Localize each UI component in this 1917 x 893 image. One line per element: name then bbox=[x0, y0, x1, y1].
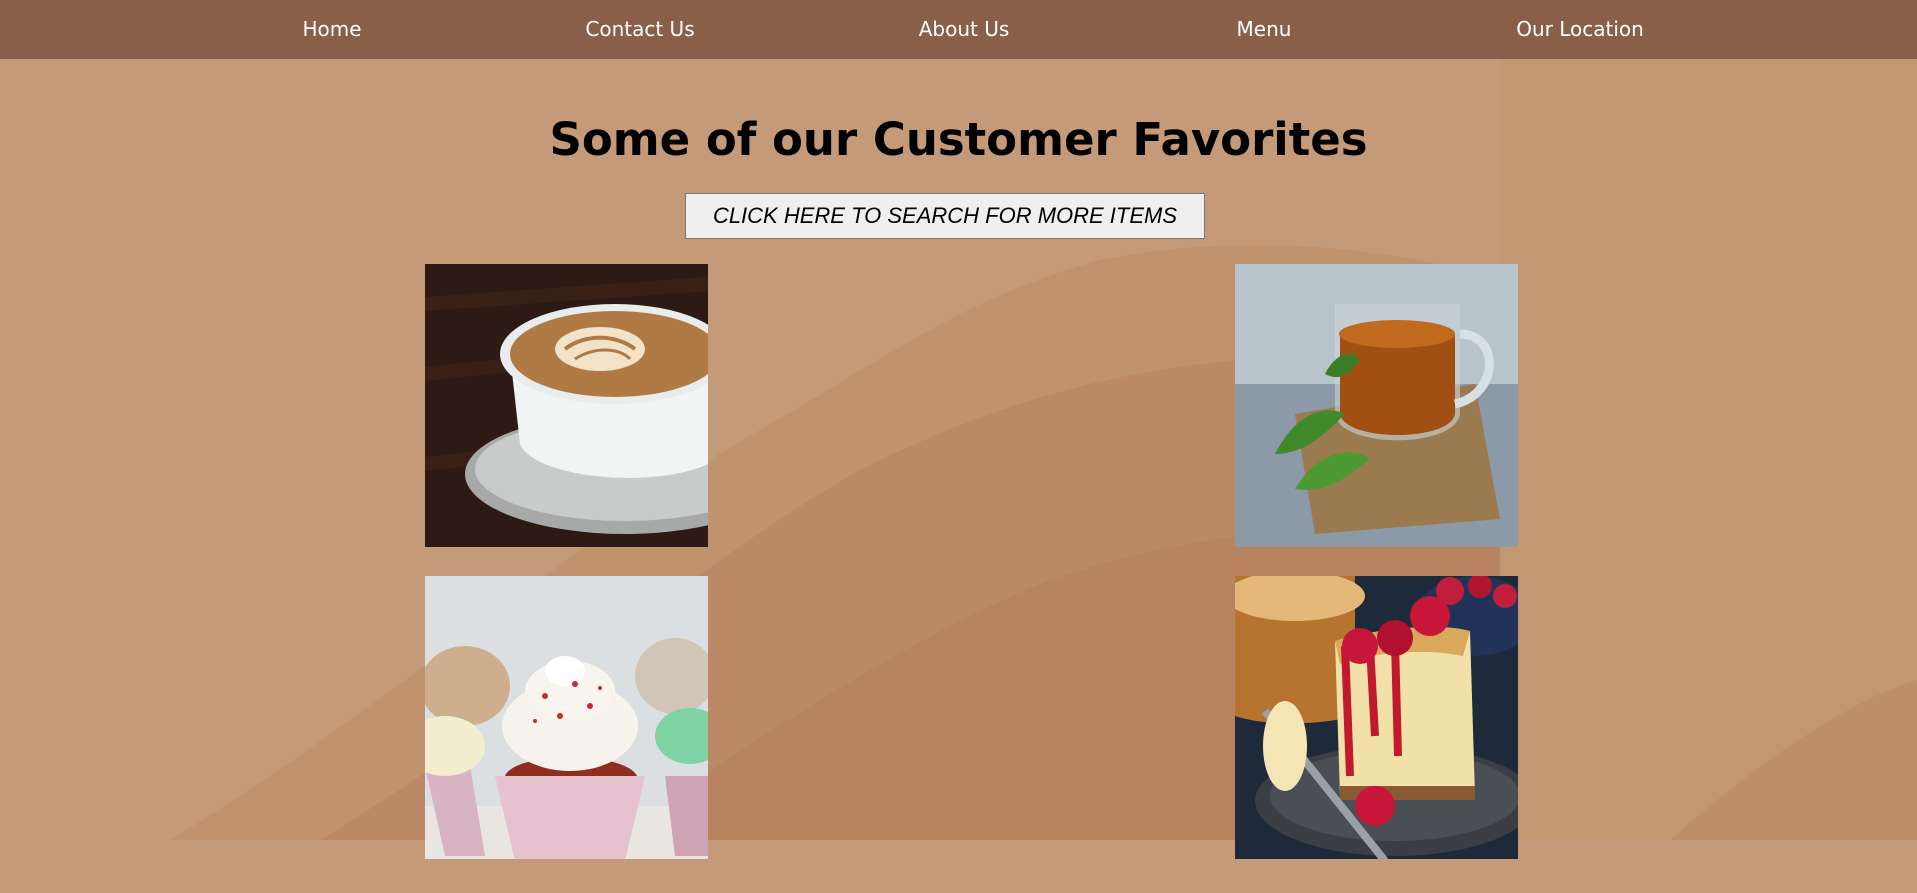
nav-our-location[interactable]: Our Location bbox=[1516, 0, 1644, 59]
search-more-items-button[interactable]: CLICK HERE TO SEARCH FOR MORE ITEMS bbox=[685, 193, 1205, 239]
cupcake-icon bbox=[425, 576, 708, 859]
nav-menu[interactable]: Menu bbox=[1237, 0, 1292, 59]
tea-cup-icon bbox=[1235, 264, 1518, 547]
tea-image[interactable] bbox=[1235, 264, 1518, 547]
top-navbar: Home Contact Us About Us Menu Our Locati… bbox=[0, 0, 1917, 59]
nav-about-us[interactable]: About Us bbox=[919, 0, 1010, 59]
page-title: Some of our Customer Favorites bbox=[549, 113, 1368, 166]
nav-home[interactable]: Home bbox=[302, 0, 361, 59]
cupcakes-image[interactable] bbox=[425, 576, 708, 859]
latte-icon bbox=[425, 264, 708, 547]
cheesecake-icon bbox=[1235, 576, 1518, 859]
nav-contact-us[interactable]: Contact Us bbox=[585, 0, 694, 59]
cheesecake-image[interactable] bbox=[1235, 576, 1518, 859]
latte-image[interactable] bbox=[425, 264, 708, 547]
